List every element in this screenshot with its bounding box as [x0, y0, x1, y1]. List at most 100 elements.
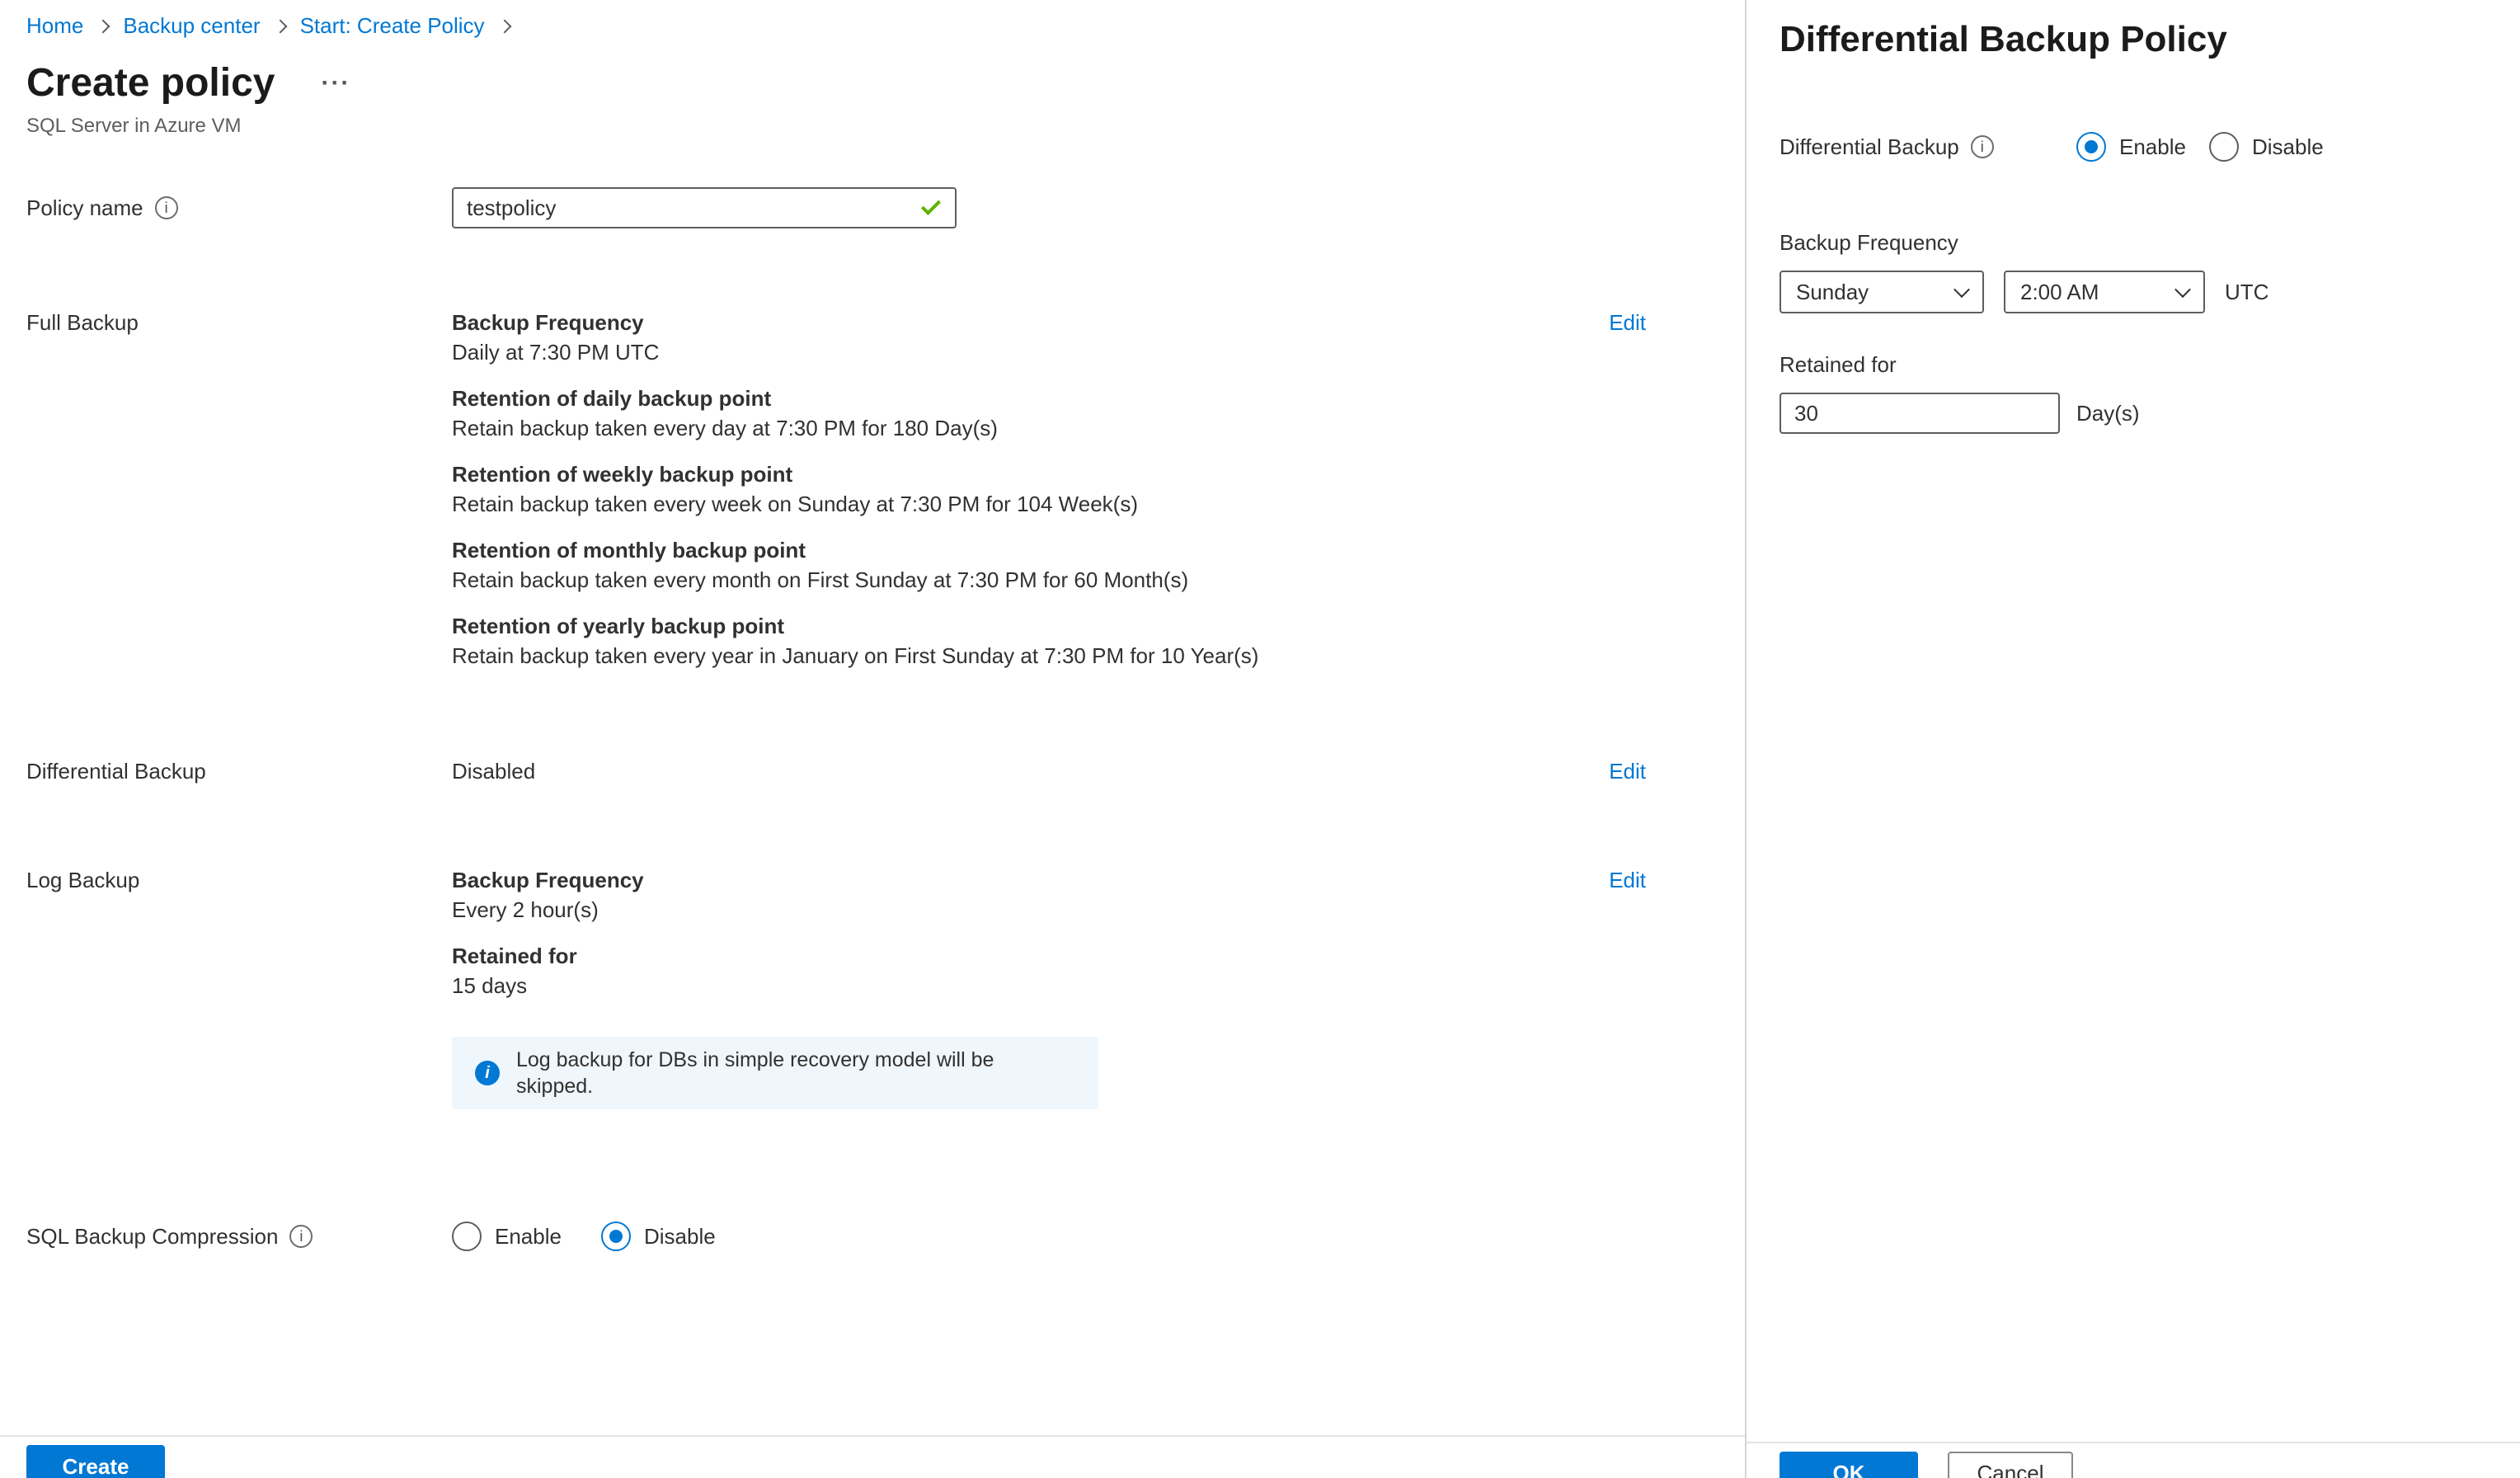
radio-selected-icon [2076, 132, 2106, 162]
item-text: Every 2 hour(s) [452, 897, 599, 922]
sql-compression-info-icon[interactable]: i [289, 1225, 313, 1248]
differential-backup-label: Differential Backup [26, 756, 452, 786]
panel-diff-radio-group: Enable Disable [2076, 132, 2324, 162]
full-backup-label-text: Full Backup [26, 310, 139, 335]
info-icon: i [475, 1061, 500, 1085]
log-backup-content: Backup Frequency Every 2 hour(s) Retaine… [452, 865, 1609, 1109]
page-subtitle: SQL Server in Azure VM [26, 115, 242, 137]
policy-name-label: Policy name [26, 195, 143, 220]
azure-create-policy-screen: Home Backup center Start: Create Policy … [0, 0, 2520, 1478]
radio-unselected-icon [2208, 132, 2239, 162]
create-policy-main: Home Backup center Start: Create Policy … [0, 0, 1745, 1478]
footer-divider [0, 1435, 1745, 1437]
frequency-day-select[interactable]: Sunday [1780, 271, 1984, 313]
frequency-time-value: 2:00 AM [2020, 279, 2099, 304]
item-title: Retention of monthly backup point [452, 538, 806, 562]
policy-name-input[interactable] [452, 187, 957, 228]
breadcrumb-chevron-icon [273, 19, 288, 33]
page-title-row: Create policy ··· [26, 59, 1646, 108]
log-backup-info-banner: i Log backup for DBs in simple recovery … [452, 1037, 1098, 1109]
radio-unselected-icon [452, 1221, 482, 1251]
policy-name-label-group: Policy name i [26, 195, 452, 221]
differential-backup-section: Differential Backup Disabled Edit [26, 756, 1646, 786]
policy-name-row: Policy name i [26, 187, 1646, 228]
breadcrumb: Home Backup center Start: Create Policy [26, 13, 1646, 39]
log-backup-label-text: Log Backup [26, 868, 140, 892]
create-button[interactable]: Create [26, 1445, 165, 1478]
item-title: Retention of yearly backup point [452, 614, 785, 638]
sql-compression-radio-group: Enable Disable [452, 1221, 1646, 1251]
log-backup-edit-link[interactable]: Edit [1609, 865, 1646, 895]
radio-label: Enable [2119, 134, 2186, 159]
radio-selected-icon [600, 1221, 631, 1251]
panel-diff-backup-label: Differential Backup [1780, 134, 1959, 159]
log-backup-label: Log Backup [26, 865, 452, 895]
sql-compression-label-group: SQL Backup Compression i [26, 1221, 452, 1251]
full-backup-section: Full Backup Backup Frequency Daily at 7:… [26, 308, 1646, 687]
info-banner-text: Log backup for DBs in simple recovery mo… [516, 1048, 994, 1098]
page-title: Create policy [26, 61, 275, 105]
more-options-icon[interactable]: ··· [321, 71, 350, 96]
item-text: Retain backup taken every year in Januar… [452, 643, 1259, 668]
full-backup-frequency-item: Backup Frequency Daily at 7:30 PM UTC [452, 308, 1609, 367]
frequency-day-value: Sunday [1796, 279, 1869, 304]
retained-for-label: Retained for [1780, 352, 1897, 377]
radio-label: Disable [643, 1223, 716, 1249]
breadcrumb-link-backup-center[interactable]: Backup center [123, 13, 260, 39]
panel-footer: OK Cancel [1780, 1452, 2073, 1478]
differential-backup-edit-link[interactable]: Edit [1609, 756, 1646, 786]
daily-retention-item: Retention of daily backup point Retain b… [452, 384, 1609, 443]
sql-compression-label: SQL Backup Compression [26, 1224, 279, 1249]
radio-label: Enable [495, 1223, 562, 1249]
cancel-button[interactable]: Cancel [1948, 1452, 2073, 1478]
breadcrumb-link-home[interactable]: Home [26, 13, 83, 39]
differential-backup-label-text: Differential Backup [26, 759, 206, 784]
ok-button[interactable]: OK [1780, 1452, 1918, 1478]
panel-diff-disable-radio[interactable]: Disable [2208, 132, 2324, 162]
item-text: Daily at 7:30 PM UTC [452, 340, 660, 365]
differential-backup-status: Disabled [452, 759, 536, 784]
full-backup-content: Backup Frequency Daily at 7:30 PM UTC Re… [452, 308, 1609, 687]
full-backup-label: Full Backup [26, 308, 452, 337]
retained-for-row: Day(s) [1780, 393, 2480, 434]
frequency-time-select[interactable]: 2:00 AM [2004, 271, 2205, 313]
item-title: Retention of weekly backup point [452, 462, 793, 487]
item-title: Backup Frequency [452, 868, 644, 892]
log-backup-section: Log Backup Backup Frequency Every 2 hour… [26, 865, 1646, 1109]
log-backup-frequency-item: Backup Frequency Every 2 hour(s) [452, 865, 1609, 925]
item-text: Retain backup taken every week on Sunday… [452, 492, 1138, 516]
panel-diff-info-icon[interactable]: i [1970, 135, 1994, 158]
backup-frequency-label: Backup Frequency [1780, 230, 1958, 255]
yearly-retention-item: Retention of yearly backup point Retain … [452, 611, 1609, 671]
sql-compression-disable-radio[interactable]: Disable [600, 1221, 716, 1251]
retained-for-input[interactable] [1780, 393, 2060, 434]
item-title: Retention of daily backup point [452, 386, 772, 411]
panel-differential-backup-row: Differential Backup i Enable Disable [1780, 132, 2480, 162]
item-text: Retain backup taken every month on First… [452, 567, 1189, 592]
sql-compression-enable-radio[interactable]: Enable [452, 1221, 562, 1251]
item-title: Retained for [452, 944, 577, 968]
policy-name-input-wrapper [452, 187, 957, 228]
full-backup-edit-link[interactable]: Edit [1609, 308, 1646, 337]
breadcrumb-link-start-create-policy[interactable]: Start: Create Policy [300, 13, 485, 39]
panel-diff-label-group: Differential Backup i [1780, 134, 2076, 160]
chevron-down-icon [1953, 281, 1970, 299]
monthly-retention-item: Retention of monthly backup point Retain… [452, 535, 1609, 595]
backup-frequency-controls: Sunday 2:00 AM UTC [1780, 271, 2480, 313]
panel-footer-divider [1747, 1442, 2520, 1443]
panel-diff-enable-radio[interactable]: Enable [2076, 132, 2186, 162]
timezone-label: UTC [2225, 279, 2269, 304]
chevron-down-icon [2174, 281, 2191, 299]
sql-backup-compression-section: SQL Backup Compression i Enable Disable [26, 1221, 1646, 1251]
item-text: 15 days [452, 973, 528, 998]
breadcrumb-chevron-icon [497, 19, 512, 33]
panel-title: Differential Backup Policy [1780, 19, 2227, 59]
breadcrumb-chevron-icon [96, 19, 110, 33]
differential-backup-policy-panel: Differential Backup Policy Differential … [1745, 0, 2520, 1478]
retained-unit-label: Day(s) [2076, 400, 2140, 426]
log-backup-retained-item: Retained for 15 days [452, 941, 1609, 1000]
item-title: Backup Frequency [452, 310, 644, 335]
weekly-retention-item: Retention of weekly backup point Retain … [452, 459, 1609, 519]
item-text: Retain backup taken every day at 7:30 PM… [452, 416, 998, 440]
policy-name-info-icon[interactable]: i [154, 196, 178, 219]
